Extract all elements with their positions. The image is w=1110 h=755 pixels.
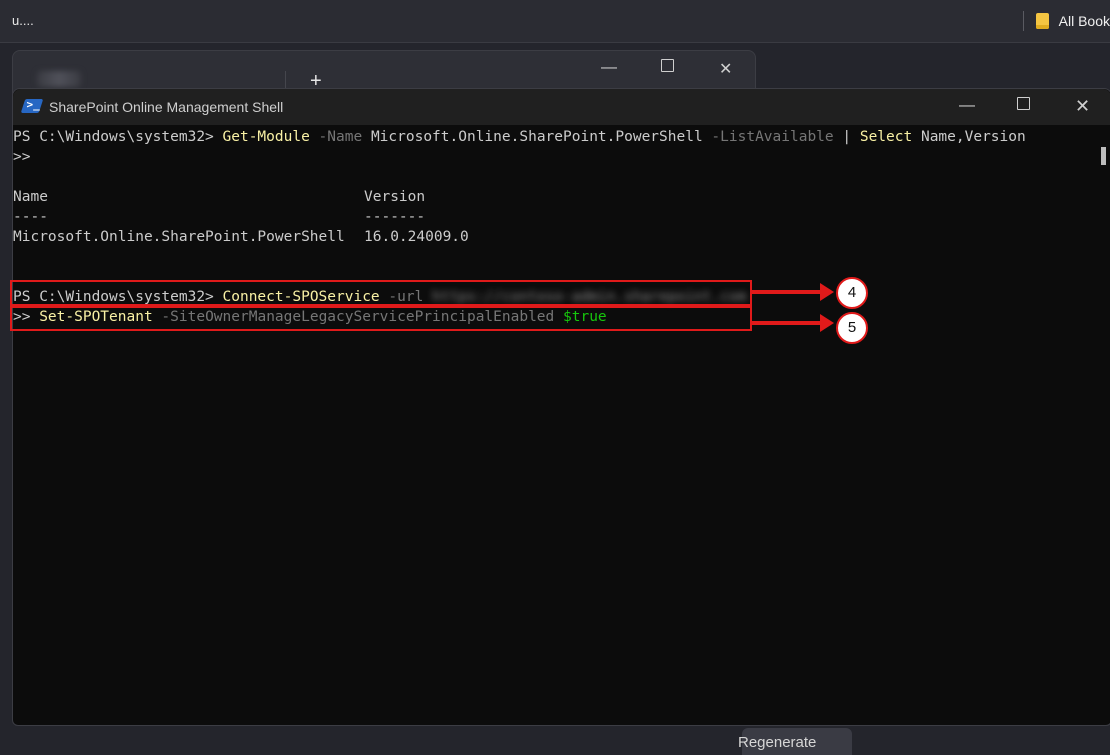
bg-close-button[interactable]: ✕	[719, 59, 732, 79]
blurred-tab[interactable]	[37, 71, 81, 87]
console-line-continuation: >>	[13, 149, 31, 165]
powershell-icon: >_	[20, 98, 44, 113]
bookmarks-separator	[1022, 11, 1024, 31]
sharepoint-shell-window[interactable]: >_ SharePoint Online Management Shell — …	[12, 88, 1110, 726]
console-line-get-module: PS C:\Windows\system32> Get-Module -Name…	[13, 127, 1026, 147]
prompt: PS C:\Windows\system32>	[13, 129, 223, 145]
cmdlet: Get-Module	[222, 129, 310, 145]
bookmarks-bar[interactable]: All Book	[1022, 8, 1110, 34]
regenerate-button[interactable]: Regenerate	[738, 734, 816, 751]
browser-toolbar: u.... All Book	[0, 0, 1110, 43]
table-dash-version: -------	[364, 209, 426, 225]
highlight-box-set-tenant	[10, 306, 752, 331]
cmdlet: Select	[859, 129, 913, 145]
folder-icon	[1035, 13, 1049, 29]
bg-maximize-button[interactable]	[661, 59, 674, 77]
parameter: -ListAvailable	[702, 129, 834, 145]
table-header-version: Version	[364, 189, 426, 205]
window-titlebar[interactable]: >_ SharePoint Online Management Shell — …	[13, 89, 1110, 125]
all-bookmarks-label[interactable]: All Book	[1059, 13, 1110, 29]
console-output[interactable]: PS C:\Windows\system32> Get-Module -Name…	[13, 127, 1101, 717]
table-row-name: Microsoft.Online.SharePoint.PowerShell	[13, 229, 345, 245]
arrow-step-5	[752, 314, 834, 332]
parameter: -Name	[309, 129, 363, 145]
minimize-button[interactable]: —	[959, 97, 975, 115]
maximize-icon	[661, 59, 674, 72]
step-4-badge: 4	[836, 277, 868, 309]
table-dash-name: ----	[13, 209, 48, 225]
argument: Microsoft.Online.SharePoint.PowerShell	[362, 129, 703, 145]
scrollbar-thumb[interactable]	[1101, 147, 1106, 165]
argument: Name,Version	[912, 129, 1026, 145]
maximize-icon	[1017, 97, 1030, 110]
browser-tab-text[interactable]: u....	[12, 13, 34, 28]
window-title: SharePoint Online Management Shell	[49, 99, 284, 115]
step-5-badge: 5	[836, 312, 868, 344]
close-button[interactable]: ✕	[1075, 97, 1090, 115]
table-header-name: Name	[13, 189, 48, 205]
maximize-button[interactable]	[1017, 97, 1030, 115]
highlight-box-connect	[10, 280, 752, 306]
table-row-version: 16.0.24009.0	[364, 229, 469, 245]
bg-minimize-button[interactable]: —	[601, 59, 617, 77]
pipe-operator: |	[833, 129, 860, 145]
arrow-step-4	[752, 283, 834, 301]
